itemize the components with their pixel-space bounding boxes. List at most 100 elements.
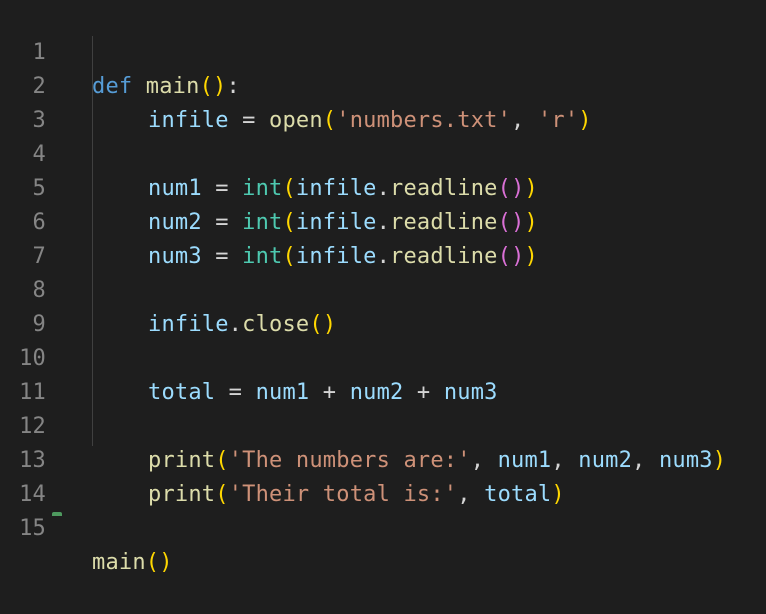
- function-call: main: [92, 550, 146, 575]
- code-line-15[interactable]: 15 main(): [0, 478, 172, 575]
- function-call: open: [269, 108, 323, 133]
- bracket: ): [511, 176, 525, 201]
- code-text[interactable]: print('Their total is:', total): [148, 478, 565, 512]
- variable: infile: [295, 210, 377, 235]
- code-line-1[interactable]: 1 def main():: [0, 2, 240, 99]
- operator: =: [201, 210, 243, 235]
- method-call: readline: [390, 210, 498, 235]
- code-text[interactable]: num1 = int(infile.readline()): [148, 172, 538, 206]
- string-literal: 'numbers.txt': [336, 108, 512, 133]
- variable: infile: [148, 108, 229, 133]
- variable: num2: [578, 448, 633, 473]
- variable: num3: [443, 380, 498, 405]
- string-literal: 'The numbers are:': [228, 448, 471, 473]
- code-line-3[interactable]: 3: [0, 70, 54, 133]
- comma: ,: [470, 448, 498, 473]
- variable: num3: [148, 244, 202, 269]
- operator: =: [201, 244, 243, 269]
- code-line-13[interactable]: 13 print('Their total is:', total): [0, 410, 565, 507]
- bracket: (: [145, 550, 160, 575]
- keyword-def: def: [92, 74, 133, 99]
- operator: =: [228, 108, 270, 133]
- bracket: ): [511, 210, 525, 235]
- bracket: (: [497, 176, 512, 201]
- code-line-5[interactable]: 5 num2 = int(infile.readline()): [0, 138, 538, 235]
- dot: .: [228, 312, 243, 337]
- line-number: 15: [19, 516, 46, 541]
- variable: total: [148, 380, 216, 405]
- bracket: ): [511, 244, 525, 269]
- variable: num2: [349, 380, 404, 405]
- colon: :: [226, 74, 240, 99]
- bracket: (: [199, 74, 214, 99]
- bracket: ): [524, 244, 538, 269]
- variable: infile: [295, 244, 377, 269]
- code-line-8[interactable]: 8 infile.close(): [0, 240, 337, 337]
- bracket: ): [159, 550, 173, 575]
- comma: ,: [551, 448, 579, 473]
- code-text[interactable]: total = num1 + num2 + num3: [148, 376, 498, 410]
- comma: ,: [511, 108, 538, 133]
- code-line-9[interactable]: 9: [0, 274, 54, 337]
- bracket: (: [215, 448, 229, 473]
- comma: ,: [632, 448, 659, 473]
- code-text[interactable]: infile = open('numbers.txt', 'r'): [148, 104, 592, 138]
- bracket: (: [322, 108, 337, 133]
- bracket: (: [497, 244, 512, 269]
- bracket: ): [322, 312, 337, 337]
- code-line-14[interactable]: 14: [0, 444, 54, 507]
- bracket: (: [282, 244, 296, 269]
- variable: num1: [497, 448, 552, 473]
- code-text[interactable]: num2 = int(infile.readline()): [148, 206, 538, 240]
- variable: num1: [255, 380, 310, 405]
- variable: num2: [148, 210, 202, 235]
- variable: total: [484, 482, 552, 507]
- bracket: (: [282, 210, 296, 235]
- builtin-class: int: [242, 176, 283, 201]
- operator: +: [309, 380, 350, 405]
- bracket: (: [497, 210, 512, 235]
- bracket: ): [213, 74, 227, 99]
- bracket: ): [578, 108, 592, 133]
- bracket: ): [712, 448, 727, 473]
- method-call: readline: [390, 244, 498, 269]
- bracket: (: [282, 176, 296, 201]
- string-literal: 'Their total is:': [228, 482, 458, 507]
- operator: =: [215, 380, 256, 405]
- function-call: print: [148, 482, 216, 507]
- code-text[interactable]: def main():: [92, 70, 240, 104]
- builtin-class: int: [242, 210, 283, 235]
- method-call: readline: [390, 176, 498, 201]
- code-text[interactable]: infile.close(): [148, 308, 336, 342]
- bracket: (: [309, 312, 323, 337]
- operator: +: [403, 380, 444, 405]
- code-line-6[interactable]: 6 num3 = int(infile.readline()): [0, 172, 538, 269]
- function-call: print: [148, 448, 216, 473]
- dot: .: [376, 176, 391, 201]
- gutter-change-marker: [52, 512, 62, 516]
- variable: infile: [148, 312, 229, 337]
- code-line-12[interactable]: 12 print('The numbers are:', num1, num2,…: [0, 376, 726, 473]
- variable: infile: [295, 176, 377, 201]
- code-text[interactable]: print('The numbers are:', num1, num2, nu…: [148, 444, 726, 478]
- bracket: (: [215, 482, 229, 507]
- code-line-4[interactable]: 4 num1 = int(infile.readline()): [0, 104, 538, 201]
- code-text[interactable]: num3 = int(infile.readline()): [148, 240, 538, 274]
- bracket: ): [524, 176, 538, 201]
- dot: .: [376, 210, 391, 235]
- code-line-11[interactable]: 11: [0, 342, 54, 405]
- code-line-7[interactable]: 7: [0, 206, 54, 269]
- code-line-10[interactable]: 10 total = num1 + num2 + num3: [0, 308, 497, 405]
- variable: num3: [658, 448, 713, 473]
- function-name: main: [145, 74, 200, 99]
- method-call: close: [242, 312, 310, 337]
- bracket: ): [524, 210, 538, 235]
- code-line-2[interactable]: 2 infile = open('numbers.txt', 'r'): [0, 36, 592, 133]
- code-text[interactable]: main(): [92, 546, 173, 580]
- builtin-class: int: [242, 244, 283, 269]
- dot: .: [376, 244, 391, 269]
- bracket: ): [551, 482, 565, 507]
- comma: ,: [457, 482, 485, 507]
- code-editor[interactable]: 1 def main(): 2 infile = open('numbers.t…: [0, 0, 766, 575]
- operator: =: [201, 176, 243, 201]
